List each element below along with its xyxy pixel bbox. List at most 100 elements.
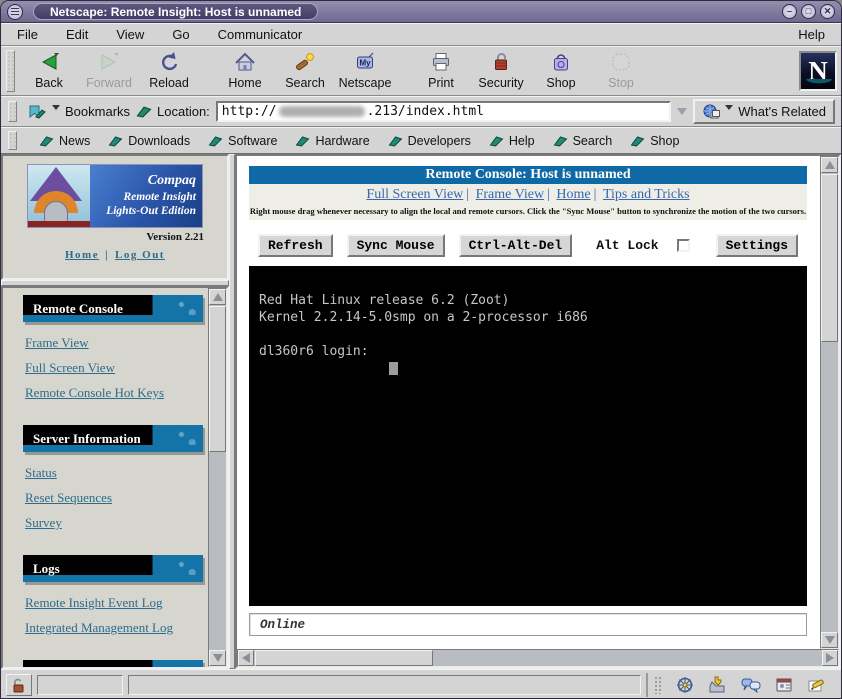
search-icon bbox=[293, 51, 317, 73]
main-scroll-thumb[interactable] bbox=[821, 174, 838, 342]
url-input[interactable]: http:// .213/index.html bbox=[216, 101, 671, 122]
sidebar-nav-frame: Remote Console Frame View Full Screen Vi… bbox=[1, 286, 229, 669]
console-cursor-line bbox=[259, 360, 797, 377]
menu-edit[interactable]: Edit bbox=[66, 27, 88, 42]
link-survey[interactable]: Survey bbox=[25, 515, 208, 531]
whats-related-caret-icon bbox=[725, 105, 733, 110]
url-suffix: .213/index.html bbox=[367, 104, 484, 119]
close-button[interactable]: ✕ bbox=[820, 4, 835, 19]
settings-button[interactable]: Settings bbox=[716, 234, 798, 257]
status-message-segment bbox=[128, 675, 641, 695]
link-remote-console-hot-keys[interactable]: Remote Console Hot Keys bbox=[25, 385, 208, 401]
console-line: Kernel 2.2.14-5.0smp on a 2-processor i6… bbox=[259, 309, 797, 326]
main-scroll-up-icon[interactable] bbox=[821, 157, 838, 173]
sidebar-scroll-up-icon[interactable] bbox=[209, 289, 226, 305]
alt-lock-label: Alt Lock bbox=[596, 238, 658, 253]
locationbar-grip[interactable] bbox=[8, 101, 17, 122]
sidebar-scrollbar[interactable] bbox=[208, 288, 227, 667]
menu-communicator[interactable]: Communicator bbox=[218, 27, 303, 42]
link-status[interactable]: Status bbox=[25, 465, 208, 481]
bookmark-tag-icon bbox=[108, 135, 123, 147]
shop-bag-icon bbox=[549, 51, 573, 73]
component-bar bbox=[646, 673, 836, 697]
menu-view[interactable]: View bbox=[116, 27, 144, 42]
main-horizontal-scrollbar[interactable] bbox=[237, 649, 839, 667]
ptb-search[interactable]: Search bbox=[553, 134, 613, 148]
print-button[interactable]: Print bbox=[411, 48, 471, 94]
ptb-software[interactable]: Software bbox=[208, 134, 277, 148]
sidebar-scroll-thumb[interactable] bbox=[209, 306, 226, 452]
alt-lock-checkbox[interactable] bbox=[677, 239, 690, 252]
reload-button[interactable]: Reload bbox=[139, 48, 199, 94]
minimize-button[interactable]: – bbox=[782, 4, 797, 19]
netscape-button[interactable]: My Netscape bbox=[335, 48, 395, 94]
discussions-icon[interactable] bbox=[741, 676, 761, 694]
main-vertical-scrollbar[interactable] bbox=[820, 156, 839, 649]
menu-go[interactable]: Go bbox=[172, 27, 189, 42]
ptb-news[interactable]: News bbox=[39, 134, 90, 148]
link-home-top[interactable]: Home bbox=[556, 187, 590, 202]
logout-link[interactable]: Log Out bbox=[115, 249, 165, 261]
menu-help[interactable]: Help bbox=[798, 27, 825, 42]
main-scroll-down-icon[interactable] bbox=[821, 632, 838, 648]
main-scroll-left-icon[interactable] bbox=[238, 650, 254, 666]
ptb-shop[interactable]: Shop bbox=[630, 134, 679, 148]
link-frame-view[interactable]: Frame View bbox=[25, 335, 208, 351]
ptb-developers[interactable]: Developers bbox=[388, 134, 471, 148]
security-status-button[interactable] bbox=[6, 674, 32, 696]
section-header-power: Power bbox=[23, 660, 203, 667]
shop-button[interactable]: Shop bbox=[531, 48, 591, 94]
back-button[interactable]: Back bbox=[19, 48, 79, 94]
remote-console-screen[interactable]: Red Hat Linux release 6.2 (Zoot) Kernel … bbox=[249, 266, 807, 606]
print-icon bbox=[429, 51, 453, 73]
netscape-n-logo[interactable]: N bbox=[799, 51, 837, 91]
link-integrated-management-log[interactable]: Integrated Management Log bbox=[25, 620, 208, 636]
session-links: Home|Log Out bbox=[3, 249, 227, 261]
main-scroll-right-icon[interactable] bbox=[822, 650, 838, 666]
sidebar-column: Compaq Remote Insight Lights-Out Edition… bbox=[1, 154, 229, 669]
sidebar-nav: Remote Console Frame View Full Screen Vi… bbox=[3, 288, 208, 667]
ptb-help[interactable]: Help bbox=[489, 134, 535, 148]
link-remote-insight-event-log[interactable]: Remote Insight Event Log bbox=[25, 595, 208, 611]
whats-related-button[interactable]: What's Related bbox=[693, 99, 835, 124]
page-title: Remote Console: Host is unnamed bbox=[249, 166, 807, 184]
menu-file[interactable]: File bbox=[17, 27, 38, 42]
personalbar-grip[interactable] bbox=[8, 131, 17, 150]
console-line bbox=[259, 326, 797, 343]
logo-artwork bbox=[28, 165, 90, 227]
link-full-screen-view[interactable]: Full Screen View bbox=[25, 360, 208, 376]
refresh-button[interactable]: Refresh bbox=[258, 234, 333, 257]
bookmarks-icon bbox=[27, 104, 47, 119]
security-button[interactable]: Security bbox=[471, 48, 531, 94]
link-tips-and-tricks[interactable]: Tips and Tricks bbox=[603, 187, 690, 202]
home-link[interactable]: Home bbox=[65, 249, 99, 261]
titlebar[interactable]: Netscape: Remote Insight: Host is unname… bbox=[1, 1, 841, 23]
bookmark-tag-icon bbox=[388, 135, 403, 147]
navigator-icon[interactable] bbox=[675, 676, 695, 694]
window-menu-icon[interactable] bbox=[7, 4, 23, 20]
link-reset-sequences[interactable]: Reset Sequences bbox=[25, 490, 208, 506]
toolbar-grip[interactable] bbox=[6, 50, 15, 92]
sync-mouse-button[interactable]: Sync Mouse bbox=[347, 234, 445, 257]
main-hscroll-thumb[interactable] bbox=[255, 650, 433, 666]
link-full-screen-view-top[interactable]: Full Screen View bbox=[366, 187, 463, 202]
ptb-hardware[interactable]: Hardware bbox=[295, 134, 369, 148]
back-icon bbox=[37, 51, 61, 73]
home-button[interactable]: Home bbox=[215, 48, 275, 94]
link-frame-view-top[interactable]: Frame View bbox=[476, 187, 545, 202]
forward-button[interactable]: Forward bbox=[79, 48, 139, 94]
component-bar-grip[interactable] bbox=[654, 676, 662, 694]
url-history-dropdown[interactable] bbox=[677, 108, 687, 115]
sidebar-scroll-down-icon[interactable] bbox=[209, 650, 226, 666]
ctrl-alt-del-button[interactable]: Ctrl-Alt-Del bbox=[459, 234, 573, 257]
console-cursor bbox=[389, 362, 398, 375]
mailbox-icon[interactable] bbox=[708, 676, 728, 694]
address-book-icon[interactable] bbox=[774, 676, 794, 694]
maximize-button[interactable]: □ bbox=[801, 4, 816, 19]
bookmarks-button[interactable]: Bookmarks bbox=[27, 104, 130, 119]
search-button[interactable]: Search bbox=[275, 48, 335, 94]
ptb-downloads[interactable]: Downloads bbox=[108, 134, 190, 148]
bookmark-tag-icon bbox=[553, 135, 568, 147]
composer-icon[interactable] bbox=[807, 676, 827, 694]
stop-button[interactable]: Stop bbox=[591, 48, 651, 94]
